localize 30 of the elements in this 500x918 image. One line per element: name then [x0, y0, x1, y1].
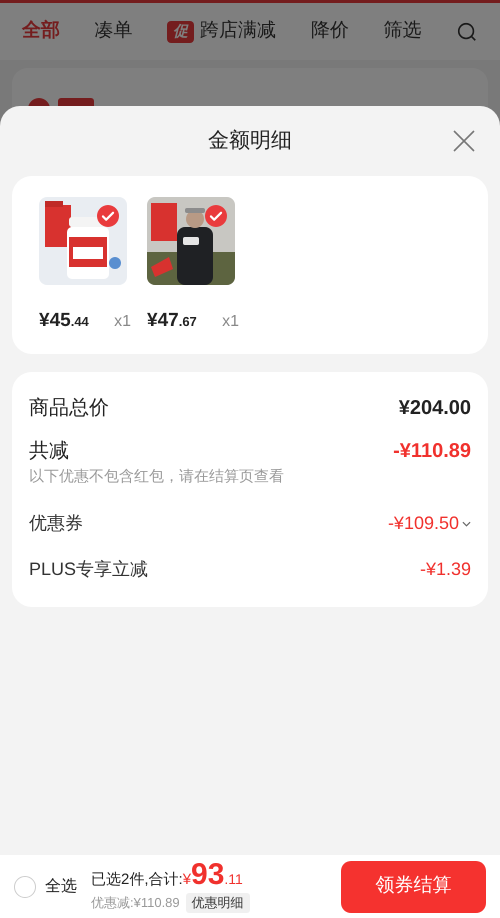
product-quantity: x1 [222, 312, 239, 332]
summary-value: -¥1.39 [420, 558, 471, 581]
promo-badge: 促 [167, 20, 194, 42]
product-quantity: x1 [114, 312, 131, 332]
summary-label: 优惠券 [29, 512, 83, 535]
close-icon[interactable] [452, 129, 476, 153]
product-price: ¥47.67 [147, 309, 197, 333]
sheet-title: 金额明细 [208, 128, 292, 154]
summary-value: -¥109.50 [388, 512, 459, 535]
discount-amount: 优惠减:¥110.89 [91, 894, 180, 912]
discount-details-button[interactable]: 优惠明细 [186, 893, 250, 913]
selected-count: 已选2件,合计: [91, 870, 183, 890]
select-all-checkbox[interactable] [14, 876, 36, 898]
summary-value: ¥204.00 [398, 396, 471, 421]
summary-label: 共减 [29, 439, 69, 464]
filter-tab[interactable]: 筛选 [383, 17, 422, 46]
filter-tab[interactable]: 全部 [22, 17, 60, 46]
checkout-button[interactable]: 领券结算 [341, 860, 486, 912]
summary-note: 以下优惠不包含红包，请在结算页查看 [29, 467, 285, 487]
search-icon[interactable] [456, 20, 478, 42]
filter-tab[interactable]: 促 跨店满减 [167, 17, 276, 46]
summary-value: -¥110.89 [393, 439, 471, 464]
summary-label: PLUS专享立减 [29, 558, 148, 581]
filter-tab[interactable]: 凑单 [94, 17, 133, 46]
select-all-label: 全选 [45, 876, 77, 896]
summary-label: 商品总价 [29, 396, 109, 421]
filter-tab[interactable]: 降价 [310, 17, 349, 46]
product-price: ¥45.44 [39, 309, 89, 333]
total-price: ¥93.11 [182, 860, 243, 892]
chevron-down-icon[interactable] [462, 520, 471, 526]
